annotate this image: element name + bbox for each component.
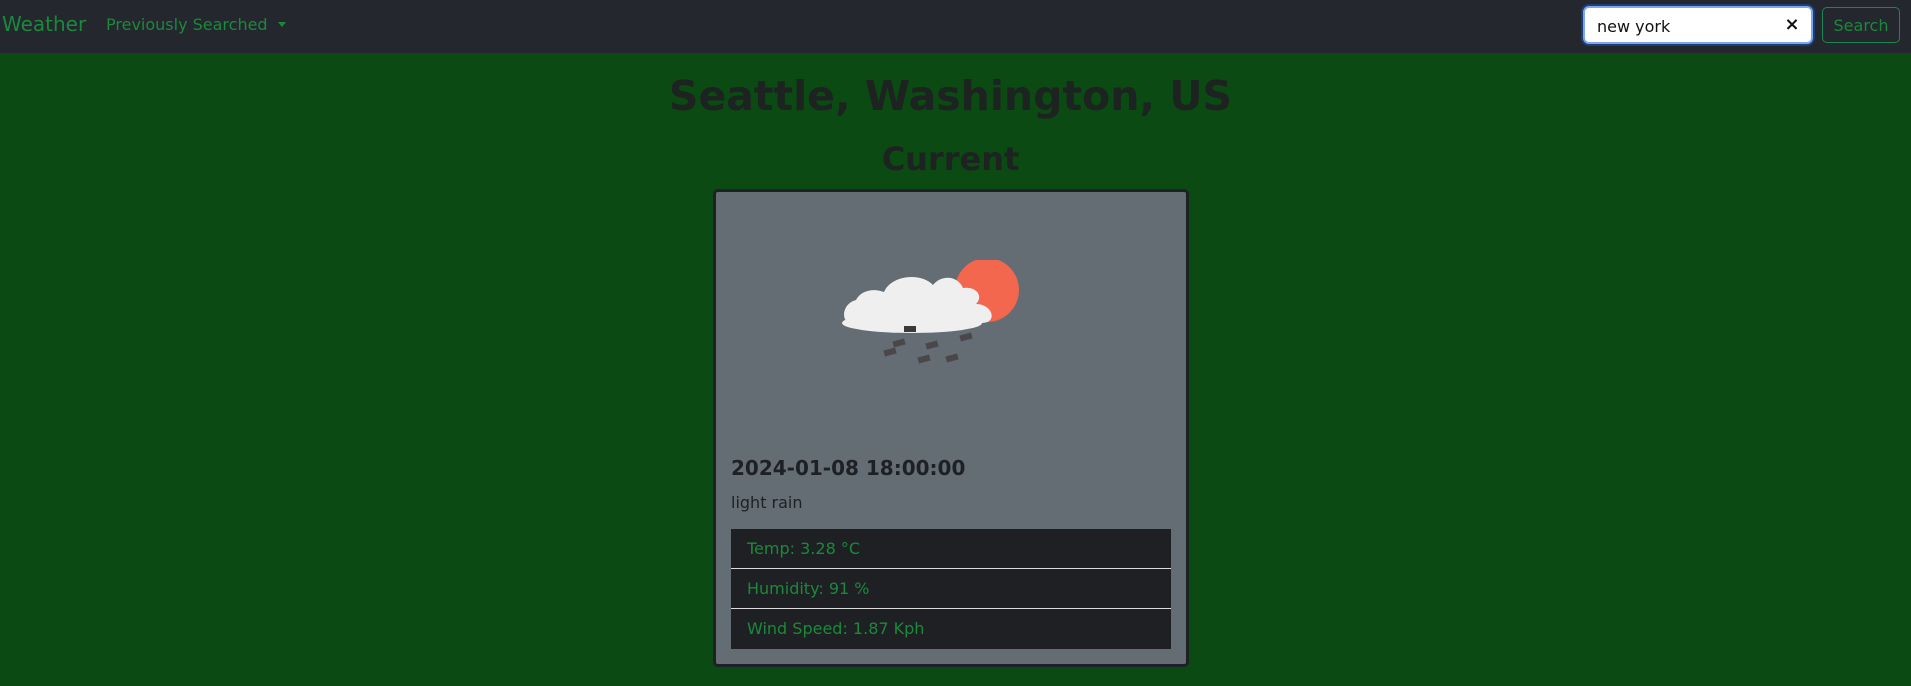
brand-link[interactable]: Weather bbox=[2, 12, 86, 36]
current-weather-card: 2024-01-08 18:00:00 light rain Temp: 3.2… bbox=[713, 189, 1189, 667]
humidity-stat: Humidity: 91 % bbox=[731, 569, 1171, 609]
weather-stats-list: Temp: 3.28 °C Humidity: 91 % Wind Speed:… bbox=[731, 529, 1171, 649]
search-input[interactable] bbox=[1597, 15, 1777, 37]
previously-searched-dropdown[interactable]: Previously Searched bbox=[106, 15, 286, 34]
search-box[interactable]: × bbox=[1583, 6, 1813, 44]
wind-speed-stat: Wind Speed: 1.87 Kph bbox=[731, 609, 1171, 649]
search-button[interactable]: Search bbox=[1822, 7, 1900, 43]
temperature-stat: Temp: 3.28 °C bbox=[731, 529, 1171, 569]
location-title: Seattle, Washington, US bbox=[668, 72, 1233, 120]
caret-down-icon bbox=[277, 22, 286, 27]
light-rain-icon bbox=[842, 260, 1019, 364]
weather-description: light rain bbox=[731, 493, 803, 512]
previously-searched-label: Previously Searched bbox=[106, 15, 268, 34]
forecast-date: 2024-01-08 18:00:00 bbox=[731, 456, 966, 480]
section-title: Current bbox=[881, 140, 1020, 178]
navbar: Weather Previously Searched × Search bbox=[0, 0, 1911, 53]
clear-search-icon[interactable]: × bbox=[1783, 16, 1801, 34]
